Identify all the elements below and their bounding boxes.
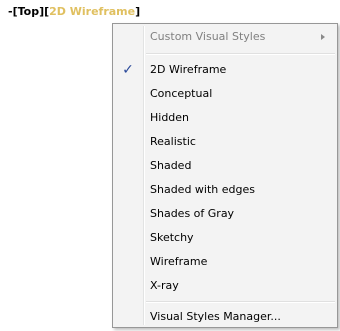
- menu-item-visual-styles-manager[interactable]: Visual Styles Manager...: [115, 306, 335, 328]
- menu-item-label: Visual Styles Manager...: [150, 310, 281, 323]
- visual-styles-menu: Custom Visual Styles ✓ 2D Wireframe Conc…: [112, 23, 338, 328]
- menu-item-custom-visual-styles[interactable]: Custom Visual Styles: [115, 26, 335, 48]
- menu-item-label: 2D Wireframe: [150, 63, 227, 76]
- submenu-arrow-icon: [321, 34, 325, 40]
- menu-item-label: Realistic: [150, 135, 196, 148]
- menu-item-label: Custom Visual Styles: [150, 30, 266, 43]
- menu-item-hidden[interactable]: Hidden: [115, 107, 335, 129]
- menu-item-label: Shaded with edges: [150, 183, 255, 196]
- visual-style-bracket-close: ]: [135, 5, 141, 18]
- checkmark-icon: ✓: [122, 62, 134, 78]
- viewport-controls: -[Top][2D Wireframe]: [8, 5, 140, 19]
- menu-item-shaded[interactable]: Shaded: [115, 155, 335, 177]
- view-control[interactable]: [Top]: [13, 5, 45, 18]
- menu-item-label: Sketchy: [150, 231, 194, 244]
- menu-separator: [146, 53, 335, 55]
- visual-style-control[interactable]: 2D Wireframe: [49, 5, 135, 18]
- menu-item-conceptual[interactable]: Conceptual: [115, 83, 335, 105]
- menu-item-label: Shades of Gray: [150, 207, 235, 220]
- menu-item-label: Conceptual: [150, 87, 213, 100]
- menu-item-2d-wireframe[interactable]: ✓ 2D Wireframe: [115, 59, 335, 81]
- menu-item-label: Shaded: [150, 159, 192, 172]
- menu-item-x-ray[interactable]: X-ray: [115, 275, 335, 297]
- menu-item-shaded-with-edges[interactable]: Shaded with edges: [115, 179, 335, 201]
- menu-item-label: Hidden: [150, 111, 190, 124]
- menu-item-wireframe[interactable]: Wireframe: [115, 251, 335, 273]
- menu-item-label: X-ray: [150, 279, 179, 292]
- menu-item-realistic[interactable]: Realistic: [115, 131, 335, 153]
- menu-item-sketchy[interactable]: Sketchy: [115, 227, 335, 249]
- menu-item-label: Wireframe: [150, 255, 208, 268]
- menu-item-shades-of-gray[interactable]: Shades of Gray: [115, 203, 335, 225]
- menu-separator: [146, 301, 335, 303]
